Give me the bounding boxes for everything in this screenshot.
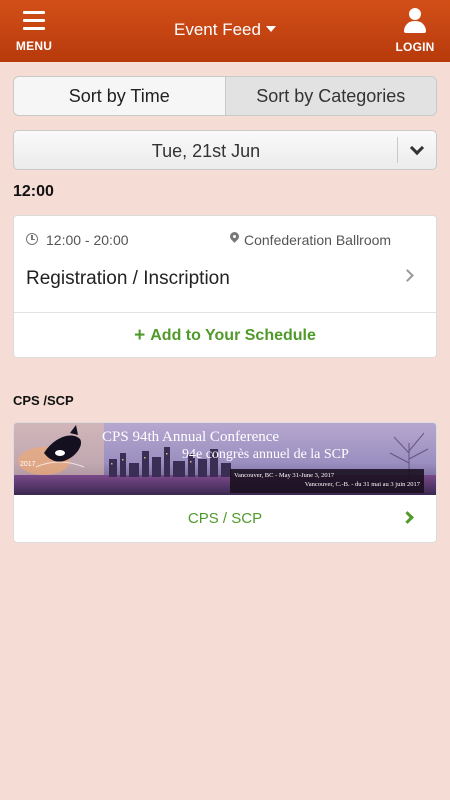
banner-subtitle: 94e congrès annuel de la SCP	[182, 447, 349, 462]
sponsor-card: CPS 94th Annual Conference 94e congrès a…	[13, 422, 437, 543]
sort-segmented-control: Sort by Time Sort by Categories	[13, 76, 437, 116]
sponsor-link-label: CPS / SCP	[187, 510, 263, 527]
top-app-bar: MENU Event Feed LOGIN	[0, 0, 450, 62]
menu-label: MENU	[15, 39, 53, 53]
login-button[interactable]: LOGIN	[390, 6, 440, 54]
login-label: LOGIN	[395, 40, 435, 54]
banner-year: 2017	[20, 461, 36, 468]
chevron-down-icon	[409, 140, 425, 156]
banner-title: CPS 94th Annual Conference	[102, 429, 280, 445]
banner-dates-en: Vancouver, BC - May 31-June 3, 2017	[234, 472, 335, 479]
menu-button[interactable]: MENU	[12, 8, 56, 56]
banner-dates-fr: Vancouver, C.-B. - du 31 mai au 3 juin 2…	[304, 481, 420, 488]
conference-banner-image[interactable]: CPS 94th Annual Conference 94e congrès a…	[14, 423, 436, 495]
event-card: 12:00 - 20:00 Confederation Ballroom Reg…	[13, 215, 437, 358]
hamburger-icon	[23, 11, 45, 31]
event-meta: 12:00 - 20:00 Confederation Ballroom	[26, 232, 426, 250]
user-icon	[403, 8, 427, 34]
banner-dates-box: Vancouver, BC - May 31-June 3, 2017 Vanc…	[230, 469, 424, 493]
clock-icon	[26, 233, 38, 245]
chevron-right-icon[interactable]	[401, 269, 414, 282]
event-title-link[interactable]: Registration / Inscription	[26, 268, 230, 290]
event-time: 12:00 - 20:00	[46, 232, 129, 248]
page-title: Event Feed	[174, 20, 261, 39]
date-selector[interactable]: Tue, 21st Jun	[13, 130, 437, 170]
event-feed-dropdown[interactable]: Event Feed	[140, 20, 310, 40]
location-pin-icon	[230, 232, 239, 244]
time-group-heading: 12:00	[13, 183, 54, 200]
sponsor-link-row[interactable]: CPS / SCP	[14, 495, 436, 542]
sponsor-section-heading: CPS /SCP	[13, 393, 74, 408]
date-selector-divider	[397, 137, 398, 163]
add-to-schedule-button[interactable]: + Add to Your Schedule	[14, 313, 436, 358]
selected-date: Tue, 21st Jun	[151, 141, 261, 161]
event-location: Confederation Ballroom	[244, 232, 392, 248]
sort-by-time-tab[interactable]: Sort by Time	[14, 77, 225, 115]
plus-icon: +	[134, 324, 146, 346]
add-to-schedule-label: Add to Your Schedule	[150, 326, 316, 344]
sort-by-categories-tab[interactable]: Sort by Categories	[224, 77, 436, 115]
caret-down-icon	[265, 25, 276, 32]
